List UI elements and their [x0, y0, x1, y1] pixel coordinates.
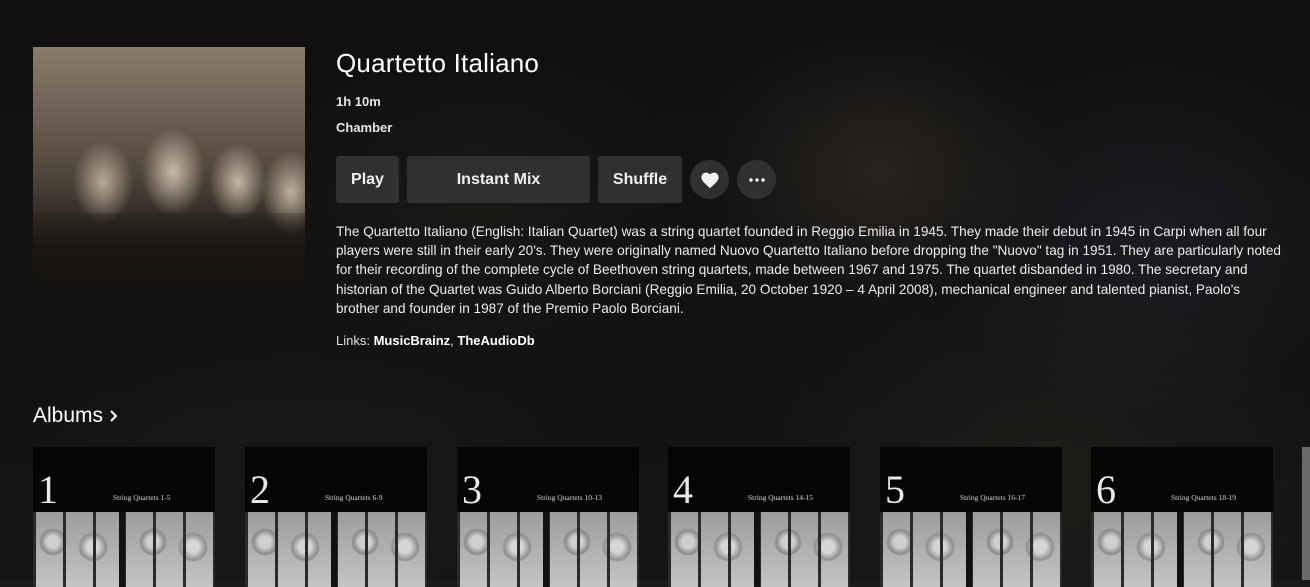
instant-mix-button[interactable]: Instant Mix	[407, 156, 590, 203]
chevron-right-icon	[110, 410, 118, 422]
album-art-gate	[668, 512, 850, 587]
album-card[interactable]: 2 String Quartets 6-9	[245, 447, 427, 587]
album-subtitle: String Quartets 6-9	[325, 493, 383, 502]
more-horizontal-icon	[748, 177, 765, 182]
genre-link[interactable]: Chamber	[336, 120, 392, 135]
album-art-gate	[457, 512, 639, 587]
album-subtitle: String Quartets 14-15	[748, 493, 813, 502]
theaudiodb-link[interactable]: TheAudioDb	[457, 333, 534, 348]
album-subtitle: String Quartets 18-19	[1171, 493, 1236, 502]
artist-detail-page: Quartetto Italiano 1h 10m Chamber Play I…	[0, 0, 1310, 587]
album-card-partial[interactable]	[1302, 447, 1310, 580]
album-subtitle: String Quartets 10-13	[537, 493, 602, 502]
external-links: Links: MusicBrainz, TheAudioDb	[336, 333, 535, 348]
album-subtitle: String Quartets 16-17	[960, 493, 1025, 502]
album-art-gate	[880, 512, 1062, 587]
album-number: 6	[1096, 467, 1116, 512]
musicbrainz-link[interactable]: MusicBrainz	[374, 333, 451, 348]
play-button[interactable]: Play	[336, 156, 399, 203]
album-number: 1	[38, 467, 58, 512]
album-card[interactable]: 4 String Quartets 14-15	[668, 447, 850, 587]
action-bar: Play Instant Mix Shuffle	[336, 156, 776, 203]
album-number: 2	[250, 467, 270, 512]
album-number: 4	[673, 467, 693, 512]
more-options-button[interactable]	[737, 160, 776, 199]
shuffle-button[interactable]: Shuffle	[598, 156, 682, 203]
album-art-gate	[33, 512, 215, 587]
heart-icon	[700, 172, 719, 188]
album-subtitle: String Quartets 1-5	[113, 493, 171, 502]
album-number: 3	[462, 467, 482, 512]
album-art-gate	[1091, 512, 1273, 587]
favorite-button[interactable]	[690, 160, 729, 199]
album-card[interactable]: 5 String Quartets 16-17	[880, 447, 1062, 587]
artist-overview: The Quartetto Italiano (English: Italian…	[336, 224, 1281, 316]
links-label: Links:	[336, 333, 374, 348]
album-card[interactable]: 6 String Quartets 18-19	[1091, 447, 1273, 587]
albums-title: Albums	[33, 404, 104, 427]
album-number: 5	[885, 467, 905, 512]
albums-section-header[interactable]: Albums	[33, 404, 118, 428]
artist-name: Quartetto Italiano	[336, 48, 540, 78]
album-card[interactable]: 3 String Quartets 10-13	[457, 447, 639, 587]
duration-text: 1h 10m	[336, 94, 381, 109]
album-art-gate	[245, 512, 427, 587]
artist-cover-image[interactable]	[33, 47, 305, 323]
album-card[interactable]: 1 String Quartets 1-5	[33, 447, 215, 587]
